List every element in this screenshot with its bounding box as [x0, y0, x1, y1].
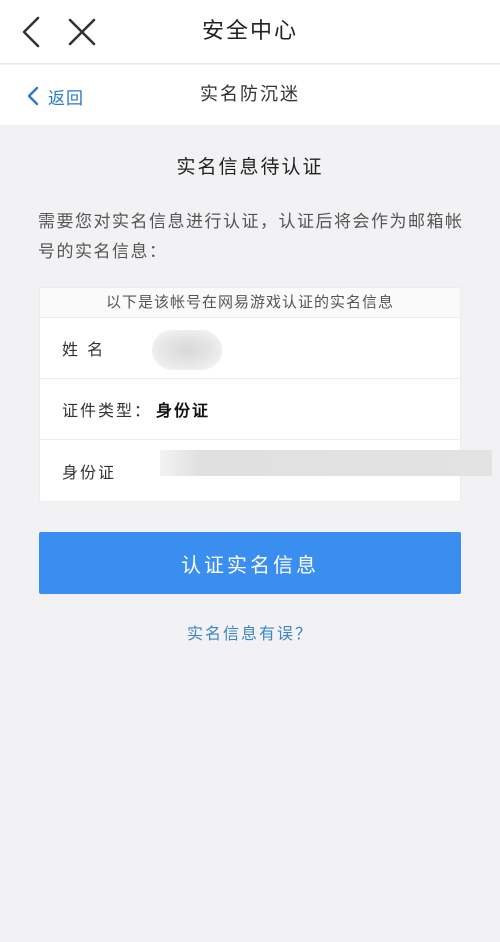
- chevron-left-icon: [27, 86, 39, 106]
- info-row-id-number: 身份证: [40, 440, 492, 501]
- row-value: 身份证: [156, 401, 211, 420]
- close-icon: [68, 18, 96, 46]
- info-row-id-type: 证件类型： 身份证: [40, 379, 460, 440]
- close-button[interactable]: [64, 14, 100, 50]
- card-note: 以下是该帐号在网易游戏认证的实名信息: [40, 288, 460, 318]
- identity-info-card: 以下是该帐号在网易游戏认证的实名信息 姓 名 证件类型： 身份证 身份证: [39, 287, 492, 502]
- top-navigation-bar: 安全中心: [0, 0, 500, 64]
- row-label: 姓 名: [62, 340, 106, 359]
- info-row-name: 姓 名: [40, 318, 460, 379]
- description-text: 需要您对实名信息进行认证，认证后将会作为邮箱帐号的实名信息：: [38, 212, 464, 262]
- redacted-name-blur: [152, 330, 222, 370]
- redacted-id-blur: [160, 450, 492, 476]
- status-heading: 实名信息待认证: [176, 156, 324, 178]
- chevron-left-icon: [22, 16, 40, 48]
- sub-navigation-bar: 返回 实名防沉迷: [0, 65, 500, 125]
- return-label: 返回: [48, 88, 84, 109]
- confirm-identity-button[interactable]: 认证实名信息: [39, 532, 461, 594]
- info-error-link[interactable]: 实名信息有误？: [0, 620, 500, 644]
- return-link[interactable]: 返回: [26, 83, 84, 109]
- back-button[interactable]: [16, 14, 48, 50]
- row-label: 证件类型：: [62, 401, 153, 420]
- row-label: 身份证: [62, 462, 117, 482]
